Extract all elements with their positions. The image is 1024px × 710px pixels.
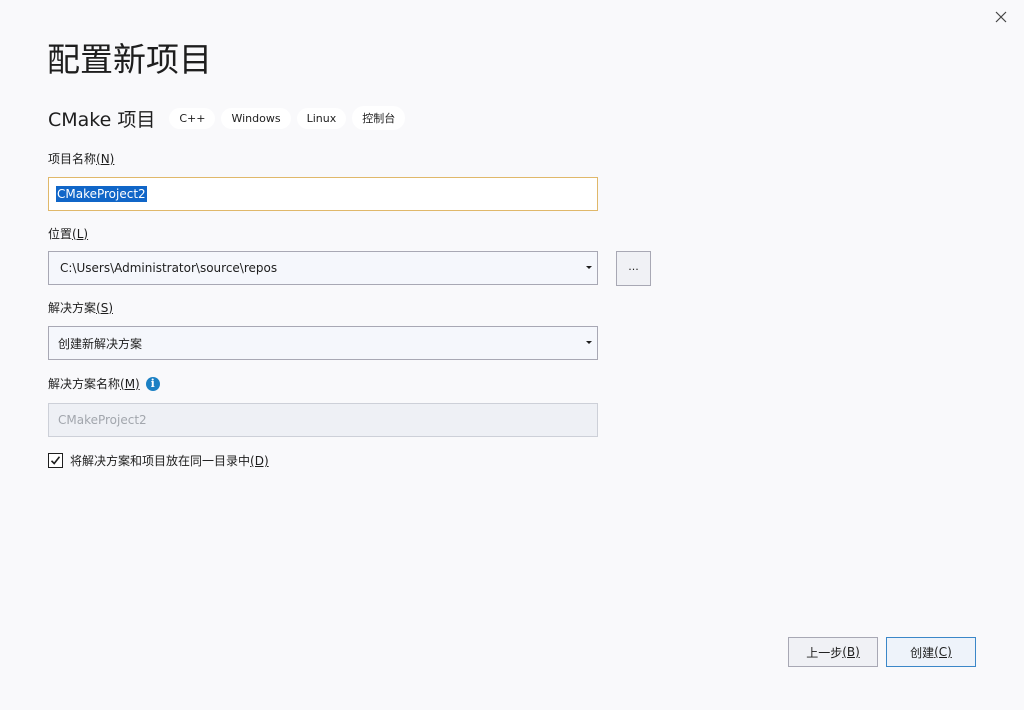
tag-cpp: C++	[169, 107, 216, 129]
chevron-down-icon[interactable]	[586, 266, 592, 269]
same-directory-accel: (D)	[250, 454, 269, 468]
solution-name-accel: (M)	[120, 376, 140, 391]
back-button[interactable]: 上一步 (B)	[788, 637, 878, 667]
same-directory-option[interactable]: 将解决方案和项目放在同一目录中(D)	[48, 452, 269, 469]
solution-select[interactable]: 创建新解决方案	[48, 326, 598, 360]
create-button-accel: (C)	[934, 645, 952, 659]
project-name-label: 项目名称 (N)	[48, 150, 114, 167]
solution-label: 解决方案 (S)	[48, 299, 113, 316]
close-icon	[995, 11, 1007, 23]
project-type-label: CMake 项目	[48, 108, 156, 131]
project-name-label-text: 项目名称	[48, 152, 97, 166]
location-label-text: 位置	[48, 227, 73, 241]
same-directory-label-text: 将解决方案和项目放在同一目录中	[70, 454, 251, 468]
close-button[interactable]	[990, 6, 1012, 28]
same-directory-label: 将解决方案和项目放在同一目录中(D)	[70, 452, 269, 469]
location-label: 位置 (L)	[48, 225, 88, 242]
page-title: 配置新项目	[47, 40, 212, 79]
solution-label-text: 解决方案	[48, 301, 97, 315]
info-icon[interactable]: i	[145, 376, 160, 391]
project-name-input[interactable]: CMakeProject2	[48, 177, 598, 211]
solution-value: 创建新解决方案	[58, 336, 143, 351]
solution-accel: (S)	[96, 300, 113, 315]
browse-button[interactable]: ...	[616, 251, 651, 286]
tag-linux: Linux	[296, 107, 347, 129]
create-button[interactable]: 创建 (C)	[886, 637, 976, 667]
solution-name-input: CMakeProject2	[48, 403, 598, 437]
checkmark-icon	[50, 456, 61, 465]
tag-console: 控制台	[352, 106, 406, 130]
chevron-down-icon[interactable]	[586, 341, 592, 344]
solution-name-value: CMakeProject2	[58, 413, 147, 427]
project-type-header: CMake 项目 C++ Windows Linux 控制台	[48, 104, 411, 132]
solution-name-label: 解决方案名称 (M) i	[48, 375, 160, 392]
project-name-accel: (N)	[96, 151, 115, 166]
location-combobox[interactable]: C:\Users\Administrator\source\repos	[48, 251, 598, 285]
same-directory-checkbox[interactable]	[48, 453, 63, 468]
location-value: C:\Users\Administrator\source\repos	[60, 261, 278, 275]
location-accel: (L)	[72, 226, 89, 241]
project-name-value: CMakeProject2	[56, 186, 147, 202]
back-button-label: 上一步	[806, 645, 843, 660]
solution-name-label-text: 解决方案名称	[48, 377, 121, 391]
tag-windows: Windows	[221, 107, 291, 129]
create-button-label: 创建	[910, 645, 935, 660]
back-button-accel: (B)	[842, 645, 860, 659]
